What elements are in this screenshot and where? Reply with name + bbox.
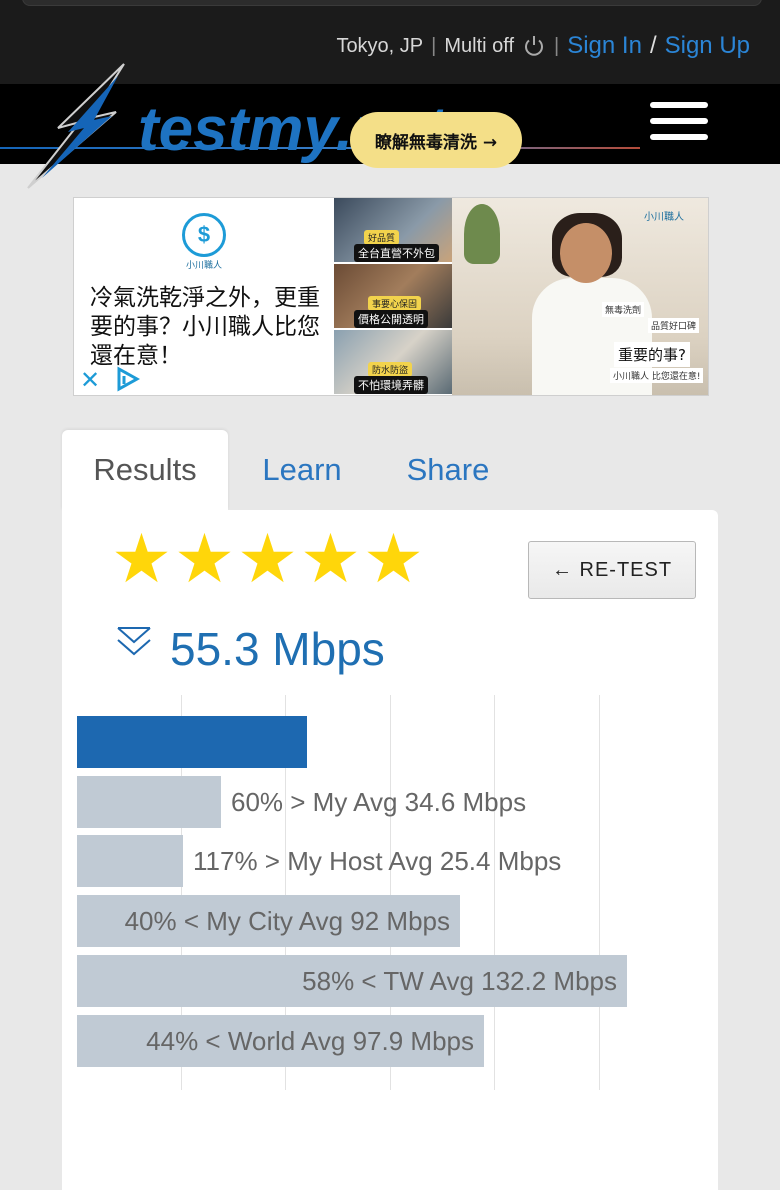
ad-photo-main: 小川職人 無毒洗劑 品質好口碑 重要的事? 小川職人 比您還在意! (452, 198, 708, 395)
tab-learn[interactable]: Learn (250, 430, 354, 510)
bar-label: 44% < World Avg 97.9 Mbps (146, 1025, 474, 1056)
hamburger-line (650, 102, 708, 108)
ad-brand-small: 小川職人 (644, 212, 684, 223)
ad-feature-tag: 無毒洗劑 (602, 302, 645, 317)
ad-photo-tag: 事要心保固 (368, 296, 422, 311)
retest-button[interactable]: ← RE-TEST (528, 541, 696, 599)
star-icon: ★ (111, 521, 172, 597)
location-label: Tokyo, JP (336, 34, 424, 57)
ad-photo-strip: 好品質 全台直營不外包 事要心保固 價格公開透明 防水防盜 不怕環境弄髒 (334, 198, 452, 395)
separator: | (431, 34, 437, 57)
separator: | (554, 34, 560, 57)
ad-photo: 防水防盜 不怕環境弄髒 (334, 330, 452, 394)
plant-image (464, 204, 500, 264)
ad-photo-tag: 不怕環境弄髒 (354, 376, 428, 394)
browser-url-strip (22, 0, 762, 6)
ad-brand-logo-icon: $ (182, 213, 226, 257)
person-face (560, 223, 612, 283)
power-icon[interactable] (522, 34, 546, 58)
tab-share[interactable]: Share (392, 430, 504, 510)
star-icon: ★ (300, 521, 361, 597)
speed-result: 55.3 Mbps (170, 623, 385, 675)
ad-photo-tag: 全台直營不外包 (354, 244, 439, 262)
tab-results[interactable]: Results (62, 430, 228, 510)
ad-photo: 好品質 全台直營不外包 (334, 198, 452, 262)
gridline (494, 695, 495, 1090)
bar-label: 58% < TW Avg 132.2 Mbps (302, 965, 617, 996)
star-icon: ★ (174, 521, 235, 597)
hamburger-line (650, 118, 708, 124)
ad-cta-button[interactable]: 瞭解無毒清洗 → (350, 112, 522, 168)
ad-question: 重要的事? (614, 342, 690, 367)
gridline (599, 695, 600, 1090)
ad-feature-tag: 品質好口碑 (648, 318, 700, 333)
adchoices-icon[interactable] (114, 366, 140, 392)
slash: / (649, 32, 657, 59)
top-nav: Tokyo, JP | Multi off | Sign In / Sign U… (336, 30, 750, 62)
bar-label: 60% > My Avg 34.6 Mbps (231, 786, 527, 817)
hamburger-line (650, 134, 708, 140)
ad-photo: 事要心保固 價格公開透明 (334, 264, 452, 328)
ad-text-panel: $ 小川職人 冷氣洗乾淨之外，更重要的事？小川職人比您還在意！ ✕ (74, 198, 334, 395)
download-arrow-icon (117, 627, 151, 656)
comparison-bar (77, 835, 183, 887)
ad-photo-tag: 價格公開透明 (354, 310, 428, 328)
ad-photo-tag: 好品質 (364, 230, 400, 245)
star-icon: ★ (237, 521, 298, 597)
star-rating: ★ ★ ★ ★ ★ (110, 521, 425, 597)
advertisement[interactable]: $ 小川職人 冷氣洗乾淨之外，更重要的事？小川職人比您還在意！ ✕ 好品質 全台… (73, 197, 709, 396)
ad-headline: 冷氣洗乾淨之外，更重要的事？小川職人比您還在意！ (90, 285, 320, 369)
multi-toggle[interactable]: Multi off (444, 35, 514, 58)
menu-button[interactable] (650, 102, 708, 142)
star-icon: ★ (363, 521, 424, 597)
ad-photo-tag: 防水防盜 (368, 362, 413, 377)
bar-label: 117% > My Host Avg 25.4 Mbps (193, 845, 562, 876)
comparison-bar (77, 776, 221, 828)
bar-label: 40% < My City Avg 92 Mbps (124, 905, 450, 936)
sign-up-link[interactable]: Sign Up (665, 32, 750, 60)
sign-in-link[interactable]: Sign In (567, 32, 642, 60)
ad-tagline: 小川職人 比您還在意! (610, 368, 704, 383)
close-icon[interactable]: ✕ (80, 366, 100, 395)
ad-brand: 小川職人 (185, 260, 222, 270)
result-bar (77, 716, 307, 768)
